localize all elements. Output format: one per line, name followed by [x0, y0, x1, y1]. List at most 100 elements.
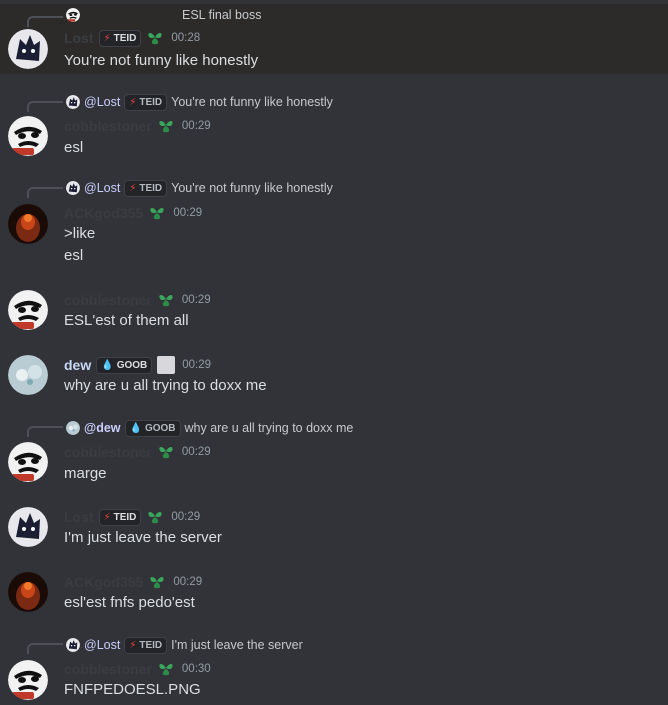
reply-author: @Lost	[84, 95, 121, 109]
timestamp: 00:29	[181, 446, 211, 458]
message-header: cobblestoner 00:29	[64, 442, 211, 462]
timestamp: 00:29	[181, 294, 211, 306]
clover-icon	[157, 661, 175, 677]
reply-preview[interactable]: ESL final boss	[66, 6, 261, 24]
message-text: I'm just leave the server	[64, 529, 222, 546]
clover-icon	[157, 444, 175, 460]
message[interactable]: @Lost ⚡ TEID You're not funny like honest…	[0, 90, 668, 160]
message[interactable]: ACKgod355 00:29 esl'est fnfs pedo'est	[0, 567, 668, 622]
message-text: marge	[64, 465, 107, 482]
reply-avatar-icon	[66, 421, 80, 435]
role-tag[interactable]: ⚡ TEID	[98, 508, 142, 526]
author-name[interactable]: dew	[64, 357, 91, 373]
message-header: ACKgod355 00:29	[64, 203, 202, 223]
author-name[interactable]: ACKgod355	[64, 574, 143, 590]
reply-avatar-icon	[66, 181, 80, 195]
message-text: You're not funny like honestly	[64, 52, 259, 69]
reply-author: @dew	[84, 421, 121, 435]
lightning-icon: ⚡	[129, 639, 137, 651]
message-text: esl	[64, 139, 84, 156]
avatar[interactable]	[8, 355, 48, 395]
avatar[interactable]	[8, 29, 48, 69]
message-text: ESL'est of them all	[64, 312, 189, 329]
reply-author: @Lost	[84, 181, 121, 195]
message-header: dew 💧 GOOB 00:29	[64, 355, 211, 375]
droplet-icon: 💧	[101, 359, 114, 371]
badge-icon	[157, 356, 176, 374]
message-header: cobblestoner 00:30	[64, 659, 211, 679]
droplet-icon: 💧	[129, 422, 142, 434]
clover-icon	[157, 292, 175, 308]
reply-preview[interactable]: @Lost ⚡ TEID You're not funny like honest…	[66, 93, 333, 111]
author-name[interactable]: ACKgod355	[64, 205, 143, 221]
reply-avatar-icon	[66, 638, 80, 652]
timestamp: 00:30	[181, 663, 211, 675]
message-header: cobblestoner 00:29	[64, 290, 211, 310]
reply-text: ESL final boss	[182, 8, 262, 22]
clover-icon	[148, 205, 166, 221]
reply-preview[interactable]: @Lost ⚡ TEID You're not funny like honest…	[66, 179, 333, 197]
message[interactable]: Lost ⚡ TEID 00:29 I'm just leave the serv…	[0, 502, 668, 557]
avatar[interactable]	[8, 572, 48, 612]
author-name[interactable]: cobblestoner	[64, 292, 152, 308]
reply-preview[interactable]: @Lost ⚡ TEID I'm just leave the server	[66, 636, 303, 654]
message-header: Lost ⚡ TEID 00:29	[64, 507, 200, 527]
lightning-icon: ⚡	[129, 182, 137, 194]
avatar[interactable]	[8, 660, 48, 700]
avatar[interactable]	[8, 116, 48, 156]
role-tag[interactable]: 💧 GOOB	[96, 356, 153, 374]
role-tag: ⚡ TEID	[124, 93, 168, 111]
avatar[interactable]	[8, 290, 48, 330]
message-text-line: >like	[64, 225, 96, 242]
clover-icon	[146, 30, 164, 46]
reply-avatar-icon	[66, 8, 80, 22]
timestamp: 00:29	[173, 207, 203, 219]
reply-connector	[27, 16, 63, 27]
role-tag: ⚡ TEID	[124, 636, 168, 654]
reply-text: I'm just leave the server	[171, 638, 303, 652]
lightning-icon: ⚡	[103, 32, 111, 44]
message[interactable]: @dew 💧 GOOB why are u all trying to doxx …	[0, 414, 668, 488]
reply-connector	[27, 187, 63, 198]
message[interactable]: @Lost ⚡ TEID I'm just leave the server co…	[0, 632, 668, 705]
reply-text: You're not funny like honestly	[171, 95, 333, 109]
reply-connector	[27, 643, 63, 654]
author-name[interactable]: cobblestoner	[64, 444, 152, 460]
message-text: why are u all trying to doxx me	[64, 377, 267, 394]
reply-text: You're not funny like honestly	[171, 181, 333, 195]
message[interactable]: ESL final boss Lost ⚡ TEID 00:28 You're n…	[0, 4, 668, 74]
message-text-line: esl	[64, 247, 84, 264]
timestamp: 00:29	[181, 120, 211, 132]
reply-author: @Lost	[84, 638, 121, 652]
timestamp: 00:29	[173, 576, 203, 588]
reply-connector	[27, 426, 63, 437]
reply-text: why are u all trying to doxx me	[184, 421, 354, 435]
message-text: esl'est fnfs pedo'est	[64, 594, 195, 611]
role-tag[interactable]: ⚡ TEID	[98, 29, 142, 47]
message-header: Lost ⚡ TEID 00:28	[64, 28, 200, 48]
clover-icon	[148, 574, 166, 590]
author-name[interactable]: Lost	[64, 509, 94, 525]
message[interactable]: dew 💧 GOOB 00:29 why are u all trying to …	[0, 350, 668, 405]
role-tag: 💧 GOOB	[124, 419, 181, 437]
reply-connector	[27, 101, 63, 112]
author-name[interactable]: cobblestoner	[64, 661, 152, 677]
author-name[interactable]: cobblestoner	[64, 118, 152, 134]
role-tag: ⚡ TEID	[124, 179, 168, 197]
lightning-icon: ⚡	[129, 96, 137, 108]
avatar[interactable]	[8, 507, 48, 547]
reply-avatar-icon	[66, 95, 80, 109]
message[interactable]: @Lost ⚡ TEID You're not funny like honest…	[0, 176, 668, 268]
timestamp: 00:28	[171, 32, 201, 44]
message-header: ACKgod355 00:29	[64, 572, 202, 592]
message-header: cobblestoner 00:29	[64, 116, 211, 136]
timestamp: 00:29	[171, 511, 201, 523]
message[interactable]: cobblestoner 00:29 ESL'est of them all	[0, 285, 668, 340]
timestamp: 00:29	[182, 359, 212, 371]
avatar[interactable]	[8, 442, 48, 482]
author-name[interactable]: Lost	[64, 30, 94, 46]
reply-preview[interactable]: @dew 💧 GOOB why are u all trying to doxx …	[66, 419, 353, 437]
lightning-icon: ⚡	[103, 511, 111, 523]
avatar[interactable]	[8, 204, 48, 244]
clover-icon	[146, 509, 164, 525]
